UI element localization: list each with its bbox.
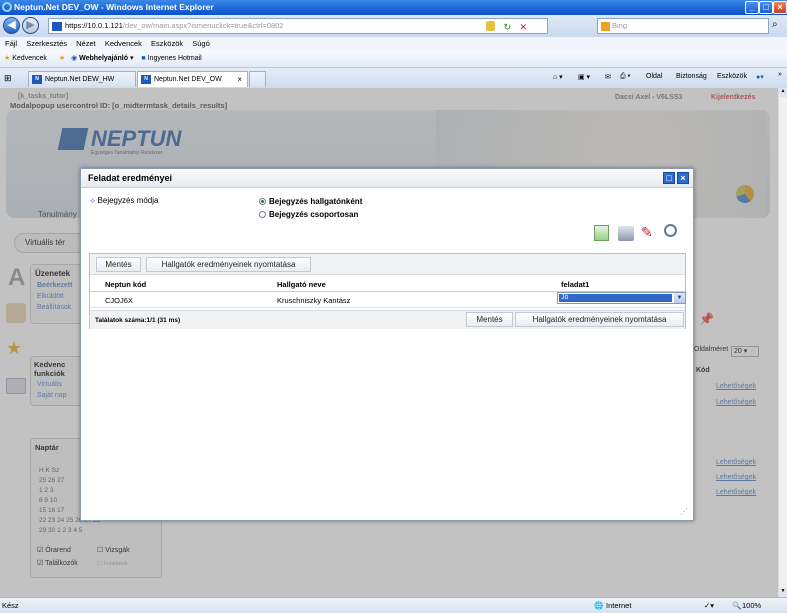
tab-dev-ow[interactable]: N Neptun.Net DEV_OW × (137, 71, 248, 87)
quick-tabs-icon[interactable]: ⊞ (4, 73, 12, 84)
col-task1[interactable]: feladat1 (561, 280, 589, 289)
scroll-down-icon[interactable]: ▼ (779, 588, 787, 597)
page-icon (52, 22, 62, 31)
menu-page[interactable]: Oldal (646, 73, 662, 80)
save-button-top[interactable]: Mentés (96, 257, 141, 272)
forward-button[interactable]: ▶ (22, 17, 39, 34)
webslice-icon: ◉ (71, 55, 78, 62)
neptun-tab-icon: N (32, 75, 42, 84)
ie-logo-icon (2, 2, 12, 12)
search-go-icon[interactable]: ⌕ (772, 19, 778, 30)
row-neptun-code: CJOJ6X (105, 296, 133, 305)
new-tab-button[interactable] (249, 71, 266, 87)
favorites-button[interactable]: Kedvencek (12, 55, 47, 62)
protected-mode-icon[interactable]: ✓▾ (704, 598, 714, 613)
fav-link-hotmail[interactable]: Ingyenes Hotmail (148, 55, 202, 62)
search-input[interactable]: Bing (597, 18, 769, 34)
stop-icon[interactable]: ✕ (519, 20, 527, 33)
col-neptun-code[interactable]: Neptun kód (105, 280, 146, 289)
zoom-icon[interactable]: 🔍 (732, 598, 741, 613)
tab-bar: ⊞ N Neptun.Net DEW_HW N Neptun.Net DEV_O… (0, 68, 787, 88)
address-row: ◀ ▶ https://10.0.1.121/dev_ow/main.aspx?… (0, 15, 787, 37)
feeds-icon[interactable]: ▣ ▾ (578, 73, 590, 81)
resize-grip-icon[interactable]: ⋰ (680, 507, 688, 516)
menu-favorites[interactable]: Kedvencek (105, 39, 142, 48)
excel-export-icon[interactable] (594, 225, 609, 241)
menu-bar: Fájl Szerkesztés Nézet Kedvencek Eszközö… (0, 37, 787, 50)
magnifier-icon[interactable] (664, 224, 677, 237)
status-bar: Kész 🌐 Internet ✓▾ 🔍 100% (0, 597, 787, 613)
entry-mode-text: Bejegyzés módja (97, 196, 159, 205)
close-window-button[interactable]: × (773, 1, 787, 14)
menu-file[interactable]: Fájl (5, 39, 17, 48)
scroll-up-icon[interactable]: ▲ (779, 88, 787, 97)
neptun-tab-icon: N (141, 75, 151, 84)
add-favorite-icon[interactable]: ★ (59, 55, 65, 62)
bing-icon (601, 22, 610, 31)
zone-label: Internet (606, 601, 632, 610)
grade-selected-value: Jó (559, 294, 672, 302)
row-student-name: Kruschniszky Kantász (277, 296, 351, 305)
tab-label: Neptun.Net DEW_HW (45, 76, 115, 83)
arrow-icon: ⟡ (90, 196, 96, 205)
zoom-level[interactable]: 100% (742, 598, 761, 613)
menu-security[interactable]: Biztonság (676, 73, 707, 80)
maximize-button[interactable]: □ (759, 1, 773, 14)
menu-tools[interactable]: Eszközök (151, 39, 183, 48)
print-results-button-bottom[interactable]: Hallgatók eredményeinek nyomtatása (515, 312, 684, 327)
modal-header: Feladat eredményei □ × (81, 169, 693, 188)
pin-icon[interactable]: ✎ (641, 224, 653, 241)
chevron-more-icon[interactable]: » (778, 71, 782, 78)
tab-close-icon[interactable]: × (237, 72, 242, 87)
status-text: Kész (2, 601, 19, 610)
print-results-button-top[interactable]: Hallgatók eredményeinek nyomtatása (146, 257, 311, 272)
help-icon[interactable]: ●▾ (756, 73, 764, 81)
minimize-button[interactable]: _ (745, 1, 759, 14)
tab-dew-hw[interactable]: N Neptun.Net DEW_HW (28, 71, 136, 87)
refresh-icon[interactable]: ↻ (503, 20, 511, 33)
print-icon[interactable] (618, 226, 634, 241)
menu-help[interactable]: Súgó (192, 39, 210, 48)
hotmail-icon: ■ (141, 55, 146, 62)
chevron-down-icon[interactable]: ▼ (674, 293, 685, 303)
radio-grouped[interactable] (259, 211, 266, 218)
radio-grouped-label[interactable]: Bejegyzés csoportosan (269, 210, 358, 219)
back-button[interactable]: ◀ (3, 17, 20, 34)
address-host: https://10.0.1.121 (65, 21, 123, 30)
mail-icon[interactable]: ✉ (605, 73, 611, 81)
entry-mode-label: ⟡ Bejegyzés módja (90, 196, 158, 206)
menu-edit[interactable]: Szerkesztés (26, 39, 67, 48)
address-bar[interactable]: https://10.0.1.121/dev_ow/main.aspx?isme… (48, 18, 548, 34)
menu-toolbar-tools[interactable]: Eszközök (717, 73, 747, 80)
zone-icon: 🌐 (594, 601, 604, 610)
maximize-modal-button[interactable]: □ (663, 172, 675, 184)
close-modal-button[interactable]: × (677, 172, 689, 184)
home-icon[interactable]: ⌂ ▾ (553, 73, 563, 81)
address-path: /dev_ow/main.aspx?ismenuclick=true&ctrl=… (122, 21, 284, 30)
grade-select[interactable]: Jó ▼ (557, 292, 686, 304)
results-grid: Mentés Hallgatók eredményeinek nyomtatás… (89, 253, 686, 329)
save-button-bottom[interactable]: Mentés (466, 312, 513, 327)
search-placeholder: Bing (612, 21, 628, 30)
tab-label: Neptun.Net DEV_OW (154, 76, 222, 83)
lock-icon[interactable] (486, 21, 495, 31)
modal-title: Feladat eredményei (88, 173, 173, 183)
results-modal: Feladat eredményei □ × ⟡ Bejegyzés módja… (80, 168, 694, 521)
radio-per-student[interactable] (259, 198, 266, 205)
star-icon: ★ (4, 55, 11, 62)
print-icon[interactable]: ⎙ ▾ (620, 73, 631, 81)
window-title-bar: Neptun.Net DEV_OW - Windows Internet Exp… (0, 0, 787, 15)
menu-view[interactable]: Nézet (76, 39, 96, 48)
results-count: Találatok száma:1/1 (31 ms) (95, 317, 181, 324)
col-student-name[interactable]: Hallgató neve (277, 280, 326, 289)
window-title: Neptun.Net DEV_OW - Windows Internet Exp… (14, 2, 214, 12)
favorites-bar: ★ Kedvencek ★ ◉ Webhelyajánló ▾ ■ Ingyen… (0, 50, 787, 68)
radio-per-student-label[interactable]: Bejegyzés hallgatónként (269, 197, 362, 206)
fav-link-webslice[interactable]: Webhelyajánló (79, 55, 128, 62)
page-scrollbar[interactable]: ▲ ▼ (778, 88, 787, 597)
